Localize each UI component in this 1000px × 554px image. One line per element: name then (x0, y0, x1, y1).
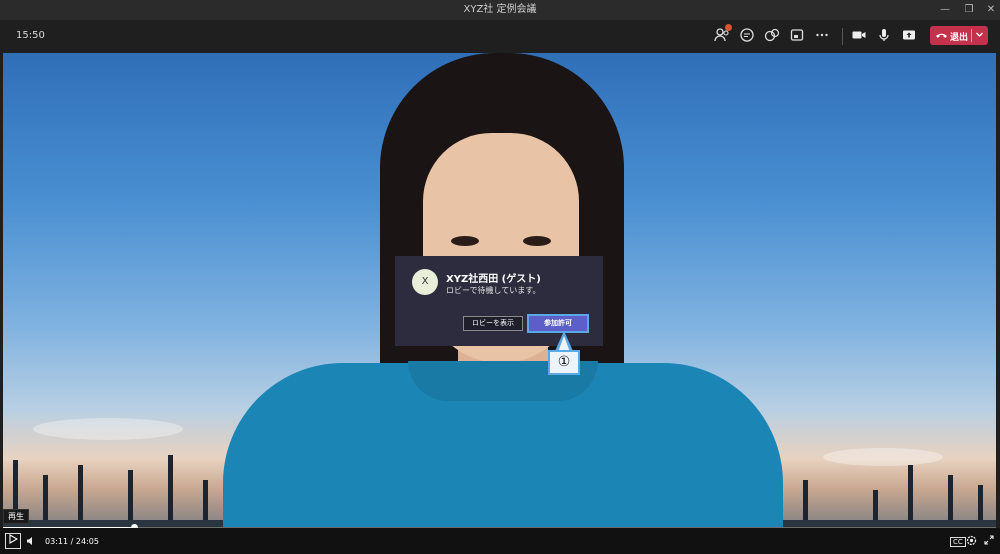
meeting-clock: 15:50 (16, 30, 45, 41)
player-controls: 03:11 / 24:05 CC (0, 528, 1000, 554)
avatar: X (412, 269, 438, 295)
leave-button[interactable]: 退出 (930, 26, 988, 45)
view-lobby-button[interactable]: ロビーを表示 (463, 316, 523, 331)
chat-icon[interactable] (739, 27, 757, 45)
rooms-icon[interactable] (789, 27, 807, 45)
settings-icon[interactable] (966, 535, 977, 549)
current-time: 03:11 (45, 537, 69, 546)
leave-label: 退出 (950, 33, 969, 43)
play-button[interactable] (5, 533, 21, 549)
total-time: 24:05 (75, 537, 99, 546)
notification-badge (725, 24, 732, 31)
mic-icon[interactable] (876, 27, 894, 45)
participants-icon[interactable] (714, 24, 732, 45)
title-bar: XYZ社 定例会議 (0, 0, 1000, 20)
time-display: 03:11 / 24:05 (45, 537, 99, 546)
close-icon[interactable]: ✕ (978, 0, 1000, 20)
play-icon (8, 534, 18, 544)
share-icon[interactable] (901, 27, 919, 45)
guest-name: XYZ社西田 (ゲスト) (446, 274, 541, 285)
window-title: XYZ社 定例会議 (463, 4, 537, 15)
more-icon[interactable] (814, 27, 832, 45)
cloud (823, 448, 943, 466)
participant-eye (451, 236, 479, 246)
toolbar-divider (842, 28, 843, 45)
palm-tree (168, 455, 173, 530)
fullscreen-icon[interactable] (984, 535, 994, 548)
chevron-down-icon[interactable] (975, 30, 984, 42)
step-annotation: ① (548, 350, 580, 375)
reactions-icon[interactable] (764, 27, 782, 45)
participant-eye (523, 236, 551, 246)
minimize-icon[interactable]: — (932, 0, 958, 20)
time-separator: / (70, 537, 74, 546)
subtitles-icon[interactable]: CC (950, 537, 966, 547)
play-tooltip: 再生 (3, 509, 29, 524)
meeting-toolbar: 15:50 退出 (0, 20, 1000, 53)
lobby-status: ロビーで待機しています。 (446, 286, 541, 295)
hangup-icon (935, 29, 948, 44)
cloud (33, 418, 183, 440)
volume-icon[interactable] (26, 536, 36, 549)
camera-icon[interactable] (851, 27, 869, 45)
leave-divider (971, 29, 972, 42)
